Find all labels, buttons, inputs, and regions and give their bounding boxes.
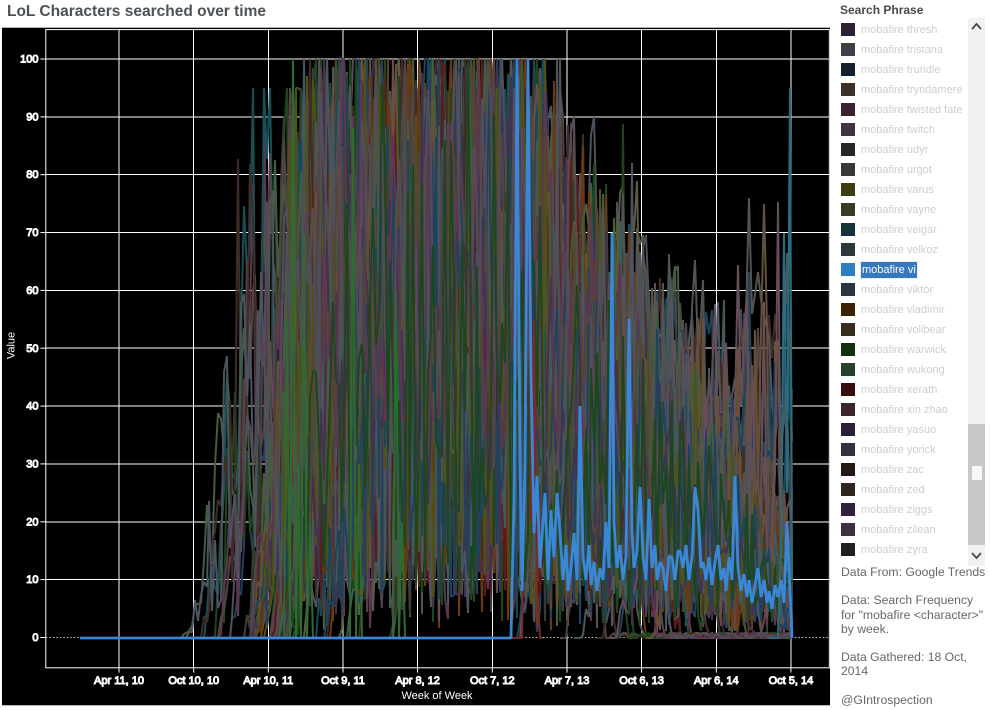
svg-text:Apr 7, 13: Apr 7, 13 bbox=[545, 675, 590, 687]
svg-text:Oct 9, 11: Oct 9, 11 bbox=[321, 675, 365, 687]
svg-text:50: 50 bbox=[26, 343, 38, 355]
svg-text:Apr 10, 11: Apr 10, 11 bbox=[243, 675, 293, 687]
svg-text:80: 80 bbox=[26, 169, 38, 181]
svg-text:Apr 11, 10: Apr 11, 10 bbox=[94, 675, 144, 687]
svg-text:10: 10 bbox=[26, 574, 38, 586]
svg-text:Apr 6, 14: Apr 6, 14 bbox=[694, 675, 739, 687]
svg-text:Week of Week: Week of Week bbox=[401, 690, 473, 702]
svg-text:30: 30 bbox=[26, 458, 38, 470]
svg-text:Apr 8, 12: Apr 8, 12 bbox=[395, 675, 440, 687]
svg-text:Oct 6, 13: Oct 6, 13 bbox=[619, 675, 664, 687]
svg-text:40: 40 bbox=[26, 401, 38, 413]
svg-text:Value: Value bbox=[6, 332, 18, 359]
svg-text:Oct 5, 14: Oct 5, 14 bbox=[769, 675, 814, 687]
svg-text:90: 90 bbox=[26, 111, 38, 123]
svg-text:20: 20 bbox=[26, 516, 38, 528]
svg-text:60: 60 bbox=[26, 285, 38, 297]
svg-text:100: 100 bbox=[20, 54, 38, 66]
svg-text:70: 70 bbox=[26, 227, 38, 239]
svg-text:Oct 10, 10: Oct 10, 10 bbox=[168, 675, 219, 687]
svg-text:Oct 7, 12: Oct 7, 12 bbox=[470, 675, 515, 687]
svg-text:0: 0 bbox=[32, 632, 38, 644]
